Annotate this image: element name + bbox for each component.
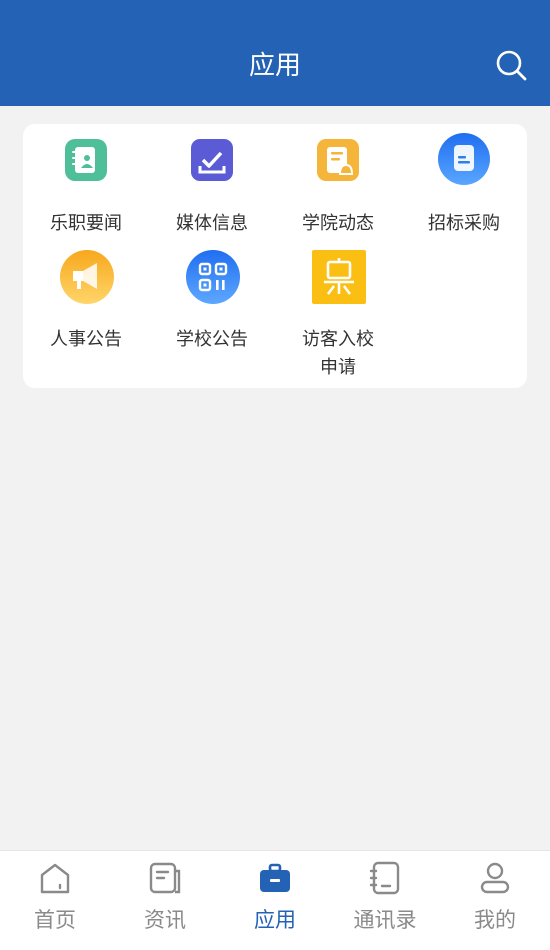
search-button[interactable]	[494, 48, 528, 82]
news-icon	[148, 861, 182, 895]
bottom-tab-bar: 首页 资讯 应用 通讯录 我的	[0, 850, 550, 950]
app-item-procurement[interactable]: 招标采购	[401, 133, 527, 236]
app-grid-card: 乐职要闻 媒体信息 学院动态 招标采购 人事公告 学校公告 访客入校 申请	[23, 124, 527, 388]
contacts-book-icon	[60, 136, 112, 188]
tab-label: 通讯录	[353, 908, 417, 932]
app-label: 媒体信息	[176, 213, 248, 234]
app-item-news[interactable]: 乐职要闻	[23, 136, 149, 236]
tab-me[interactable]: 我的	[440, 851, 550, 950]
document-icon	[438, 132, 490, 185]
qr-code-icon	[186, 250, 240, 304]
tab-label: 首页	[34, 908, 76, 932]
app-item-media[interactable]: 媒体信息	[149, 136, 275, 236]
document-bell-icon	[312, 136, 364, 188]
app-item-personnel[interactable]: 人事公告	[23, 250, 149, 352]
tab-news[interactable]: 资讯	[110, 851, 220, 950]
app-label: 人事公告	[50, 329, 122, 350]
tab-label: 应用	[254, 908, 296, 932]
tab-label: 我的	[474, 908, 516, 932]
app-label: 学院动态	[302, 213, 374, 234]
inbox-check-icon	[186, 136, 238, 188]
home-icon	[38, 861, 72, 895]
app-label: 学校公告	[176, 329, 248, 350]
address-book-icon	[368, 861, 402, 895]
app-item-college[interactable]: 学院动态	[275, 136, 401, 236]
megaphone-icon	[60, 250, 114, 304]
app-label: 招标采购	[428, 213, 500, 234]
briefcase-icon	[258, 861, 292, 895]
tab-home[interactable]: 首页	[0, 851, 110, 950]
page-title: 应用	[248, 51, 301, 81]
easel-icon	[312, 250, 366, 304]
app-label: 访客入校 申请	[302, 329, 374, 378]
app-item-school-notice[interactable]: 学校公告	[149, 250, 275, 352]
app-label: 乐职要闻	[50, 213, 122, 234]
tab-contacts[interactable]: 通讯录	[330, 851, 440, 950]
tab-label: 资讯	[144, 908, 186, 932]
tab-apps[interactable]: 应用	[220, 851, 330, 950]
user-icon	[478, 861, 512, 895]
search-icon	[496, 50, 527, 81]
app-header: 应用	[0, 0, 550, 106]
app-item-visitor[interactable]: 访客入校 申请	[275, 250, 401, 382]
